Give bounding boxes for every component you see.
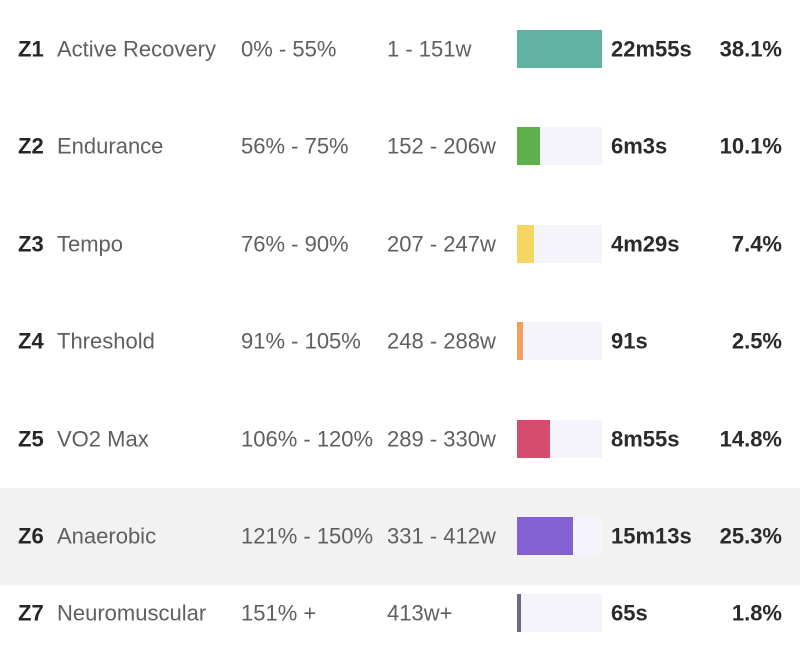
zone-watt-range: 331 - 412w xyxy=(387,523,496,549)
zone-name: Tempo xyxy=(57,231,124,257)
zone-name: Neuromuscular xyxy=(57,600,207,626)
zone-row-z7[interactable]: Z7 Neuromuscular 151% + 413w+ 65s 1.8% xyxy=(0,585,800,641)
zone-share-bar xyxy=(517,29,602,68)
zone-row-z1[interactable]: Z1 Active Recovery 0% - 55% 1 - 151w 22m… xyxy=(0,0,800,98)
zone-percent-range: 91% - 105% xyxy=(241,328,361,354)
zone-name: Threshold xyxy=(57,328,155,354)
zone-percent-range: 76% - 90% xyxy=(241,231,349,257)
zone-time: 4m29s xyxy=(611,231,680,257)
zone-share-bar xyxy=(517,322,602,361)
zone-time: 15m13s xyxy=(611,523,692,549)
zone-share: 38.1% xyxy=(719,36,782,62)
zone-share-bar xyxy=(517,517,602,556)
zone-watt-range: 248 - 288w xyxy=(387,328,496,354)
zone-share: 14.8% xyxy=(719,426,782,452)
zone-watt-range: 207 - 247w xyxy=(387,231,496,257)
zone-label: Z7 xyxy=(18,600,44,626)
zone-share: 10.1% xyxy=(719,133,782,159)
zone-percent-range: 106% - 120% xyxy=(241,426,374,452)
zone-percent-range: 151% + xyxy=(241,600,317,626)
zone-share-bar xyxy=(517,127,602,166)
zone-name: VO2 Max xyxy=(57,426,149,452)
zone-share: 7.4% xyxy=(731,231,782,257)
zone-label: Z1 xyxy=(18,36,44,62)
zone-name: Endurance xyxy=(57,133,164,159)
zone-label: Z5 xyxy=(18,426,44,452)
zone-row-z3[interactable]: Z3 Tempo 76% - 90% 207 - 247w 4m29s 7.4% xyxy=(0,195,800,293)
zone-row-z4[interactable]: Z4 Threshold 91% - 105% 248 - 288w 91s 2… xyxy=(0,293,800,391)
zone-time: 8m55s xyxy=(611,426,680,452)
zone-share-bar-fill xyxy=(517,594,522,632)
zone-share-bar-fill xyxy=(517,224,534,263)
zone-share-bar xyxy=(517,224,602,263)
zone-share: 1.8% xyxy=(731,600,782,626)
zone-watt-range: 413w+ xyxy=(387,600,453,626)
zone-label: Z6 xyxy=(18,523,44,549)
zone-row-z5[interactable]: Z5 VO2 Max 106% - 120% 289 - 330w 8m55s … xyxy=(0,390,800,488)
zone-percent-range: 56% - 75% xyxy=(241,133,349,159)
zone-share-bar xyxy=(517,419,602,458)
zone-share-bar-fill xyxy=(517,29,602,68)
zone-row-z2[interactable]: Z2 Endurance 56% - 75% 152 - 206w 6m3s 1… xyxy=(0,98,800,196)
zone-share: 25.3% xyxy=(719,523,782,549)
zone-label: Z3 xyxy=(18,231,44,257)
zone-watt-range: 1 - 151w xyxy=(387,36,472,62)
zone-time: 65s xyxy=(611,600,648,626)
zone-time: 91s xyxy=(611,328,648,354)
zone-share-bar-fill xyxy=(517,419,551,458)
zone-share-bar-fill xyxy=(517,517,574,556)
zone-time: 22m55s xyxy=(611,36,692,62)
zone-watt-range: 289 - 330w xyxy=(387,426,496,452)
zone-share-bar xyxy=(517,594,602,632)
zone-percent-range: 121% - 150% xyxy=(241,523,374,549)
zone-share: 2.5% xyxy=(731,328,782,354)
power-zones-table: Z1 Active Recovery 0% - 55% 1 - 151w 22m… xyxy=(0,0,800,641)
zone-share-bar-fill xyxy=(517,322,523,361)
zone-share-bar-fill xyxy=(517,127,540,166)
zone-name: Anaerobic xyxy=(57,523,157,549)
zone-name: Active Recovery xyxy=(57,36,216,62)
zone-row-z6[interactable]: Z6 Anaerobic 121% - 150% 331 - 412w 15m1… xyxy=(0,487,800,585)
zone-time: 6m3s xyxy=(611,133,668,159)
zone-watt-range: 152 - 206w xyxy=(387,133,496,159)
zone-percent-range: 0% - 55% xyxy=(241,36,337,62)
zone-label: Z4 xyxy=(18,328,44,354)
zone-label: Z2 xyxy=(18,133,44,159)
